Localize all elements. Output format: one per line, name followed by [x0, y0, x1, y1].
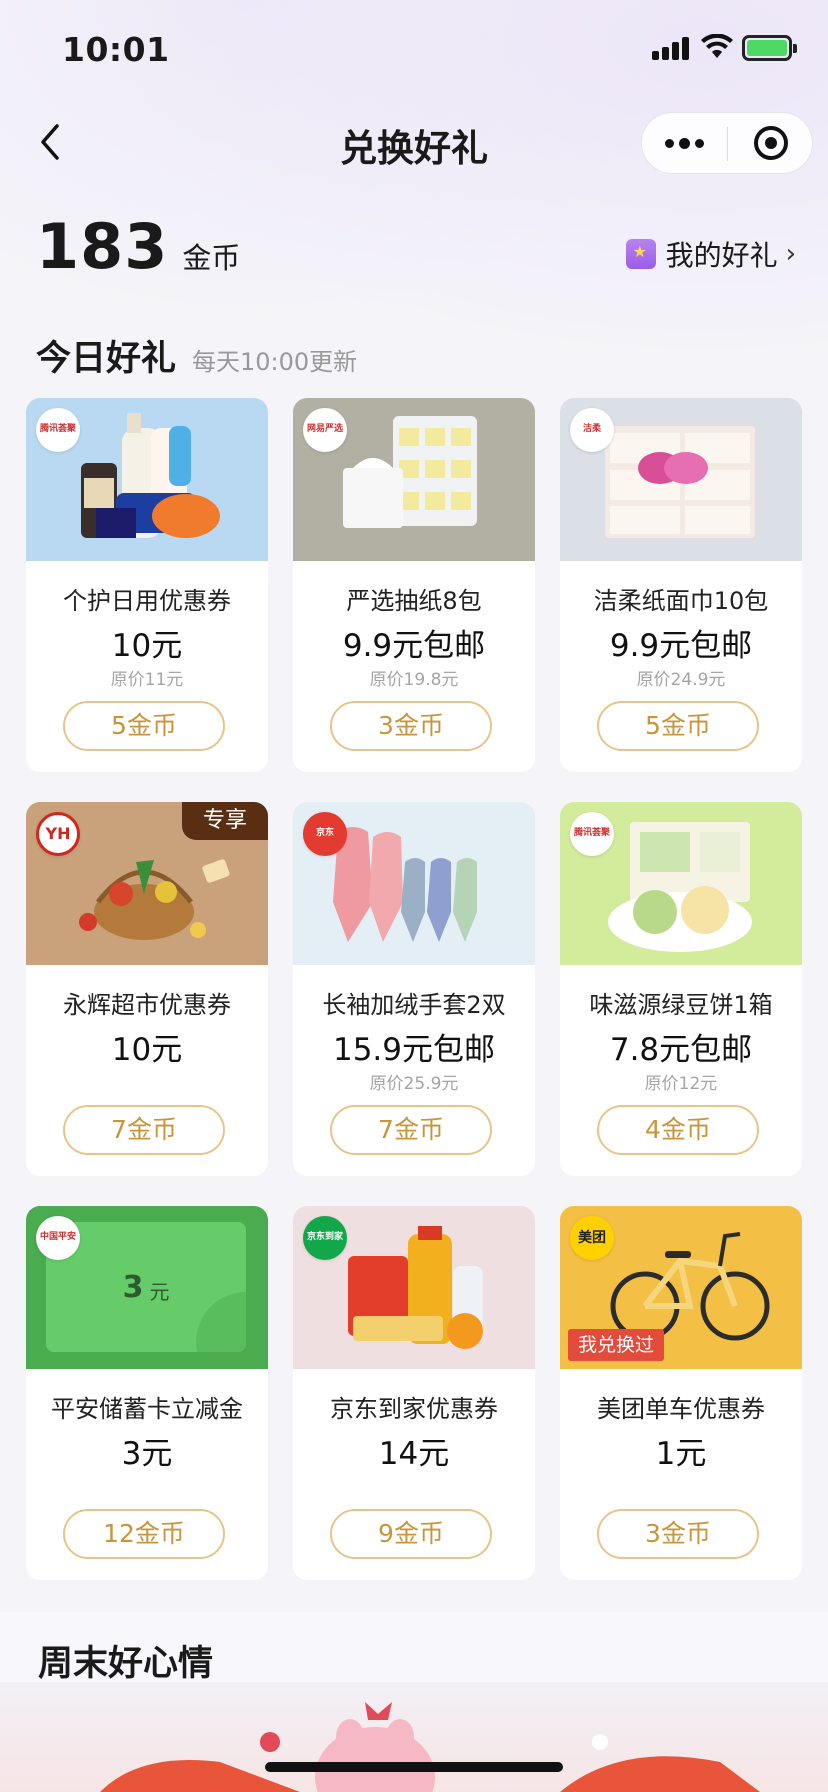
exclusive-badge: 专享 [182, 802, 268, 840]
section-title: 今日好礼 [36, 339, 177, 379]
coin-unit: 金币 [182, 241, 241, 275]
product-price: 15.9元包邮 [332, 1032, 496, 1068]
target-icon [753, 126, 788, 160]
product-image: 京东到家 [293, 1206, 535, 1369]
product-price: 1元 [655, 1436, 707, 1472]
product-name: 京东到家优惠券 [330, 1395, 498, 1423]
product-image: 3 元 中国平安 [26, 1206, 268, 1369]
coin-amount: 183 [36, 210, 169, 283]
product-name: 平安储蓄卡立减金 [51, 1395, 243, 1423]
original-price: 原价11元 [110, 670, 184, 690]
product-name: 洁柔纸面巾10包 [593, 587, 769, 615]
product-price: 14元 [378, 1436, 450, 1472]
product-image: 洁柔 [560, 398, 802, 561]
brand-logo: 腾讯荟聚 [570, 812, 614, 856]
chevron-right-icon: › [785, 239, 796, 269]
product-name: 严选抽纸8包 [346, 587, 482, 615]
brand-logo: 中国平安 [36, 1216, 80, 1260]
product-name: 美团单车优惠券 [597, 1395, 765, 1423]
product-price: 10元 [111, 1032, 183, 1068]
more-dots-icon [665, 138, 674, 148]
product-price: 9.9元包邮 [342, 628, 486, 664]
my-gifts-label: 我的好礼 [665, 239, 778, 272]
today-section-header: 今日好礼 每天10:00更新 [36, 330, 357, 381]
more-options-button[interactable] [642, 113, 727, 173]
brand-logo: 腾讯荟聚 [36, 408, 80, 452]
status-time: 10:01 [62, 30, 170, 69]
product-name: 永辉超市优惠券 [63, 991, 231, 1019]
home-indicator [265, 1762, 563, 1772]
cellular-signal-icon [652, 36, 692, 60]
close-miniprogram-button[interactable] [728, 113, 813, 173]
wifi-icon [701, 34, 733, 58]
product-card[interactable]: 京东 长袖加绒手套2双 15.9元包邮 原价25.9元 7金币 [293, 802, 535, 1176]
redeem-button[interactable]: 9金币 [330, 1509, 492, 1559]
brand-logo: 京东 [303, 812, 347, 856]
product-name: 味滋源绿豆饼1箱 [589, 991, 773, 1019]
brand-logo: 美团 [570, 1216, 614, 1260]
brand-logo: 洁柔 [570, 408, 614, 452]
product-image: 网易严选 [293, 398, 535, 561]
voucher-amount: 3 [122, 1269, 144, 1305]
battery-icon [742, 35, 797, 61]
gift-icon [625, 239, 656, 269]
product-card[interactable]: 3 元 中国平安 平安储蓄卡立减金 3元 12金币 [26, 1206, 268, 1580]
redeem-button[interactable]: 12金币 [63, 1509, 225, 1559]
original-price: 原价24.9元 [636, 670, 726, 690]
weekend-banner[interactable] [0, 1682, 828, 1792]
product-name: 个护日用优惠券 [63, 587, 231, 615]
my-gifts-link[interactable]: 我的好礼 › [625, 234, 796, 274]
product-price: 3元 [121, 1436, 173, 1472]
weekend-title: 周末好心情 [38, 1644, 214, 1684]
brand-logo: 京东到家 [303, 1216, 347, 1260]
product-price: 7.8元包邮 [609, 1032, 753, 1068]
product-card[interactable]: 腾讯荟聚 味滋源绿豆饼1箱 7.8元包邮 原价12元 4金币 [560, 802, 802, 1176]
brand-logo: YH [36, 812, 80, 856]
original-price: 原价12元 [644, 1074, 718, 1094]
status-bar: 10:01 [0, 0, 828, 100]
product-price: 9.9元包邮 [609, 628, 753, 664]
product-image: 美团 我兑换过 [560, 1206, 802, 1369]
redeemed-before-badge: 我兑换过 [568, 1329, 665, 1361]
product-name: 长袖加绒手套2双 [322, 991, 506, 1019]
navigation-bar: 兑换好礼 [0, 100, 828, 186]
product-card[interactable]: YH 专享 永辉超市优惠券 10元 7金币 [26, 802, 268, 1176]
miniprogram-capsule [641, 112, 813, 174]
product-card[interactable]: 京东到家 京东到家优惠券 14元 9金币 [293, 1206, 535, 1580]
product-price: 10元 [111, 628, 183, 664]
product-image: 京东 [293, 802, 535, 965]
redeem-button[interactable]: 3金币 [597, 1509, 759, 1559]
voucher-unit: 元 [149, 1279, 170, 1304]
redeem-button[interactable]: 5金币 [63, 701, 225, 751]
product-card[interactable]: 洁柔 洁柔纸面巾10包 9.9元包邮 原价24.9元 5金币 [560, 398, 802, 772]
redeem-button[interactable]: 5金币 [597, 701, 759, 751]
original-price: 原价19.8元 [369, 670, 459, 690]
redeem-button[interactable]: 3金币 [330, 701, 492, 751]
coin-balance: 183 金币 [36, 210, 240, 283]
brand-logo: 网易严选 [303, 408, 347, 452]
original-price: 原价25.9元 [369, 1074, 459, 1094]
product-image: 腾讯荟聚 [560, 802, 802, 965]
redeem-button[interactable]: 7金币 [63, 1105, 225, 1155]
redeem-button[interactable]: 4金币 [597, 1105, 759, 1155]
product-card[interactable]: 腾讯荟聚 个护日用优惠券 10元 原价11元 5金币 [26, 398, 268, 772]
product-card[interactable]: 美团 我兑换过 美团单车优惠券 1元 3金币 [560, 1206, 802, 1580]
redeem-button[interactable]: 7金币 [330, 1105, 492, 1155]
product-grid: 腾讯荟聚 个护日用优惠券 10元 原价11元 5金币 网易严选 严选抽纸8包 9… [26, 398, 802, 1580]
product-image: YH 专享 [26, 802, 268, 965]
pig-mascot-banner-image [100, 1702, 760, 1792]
section-subtitle: 每天10:00更新 [192, 348, 358, 376]
product-card[interactable]: 网易严选 严选抽纸8包 9.9元包邮 原价19.8元 3金币 [293, 398, 535, 772]
product-image: 腾讯荟聚 [26, 398, 268, 561]
